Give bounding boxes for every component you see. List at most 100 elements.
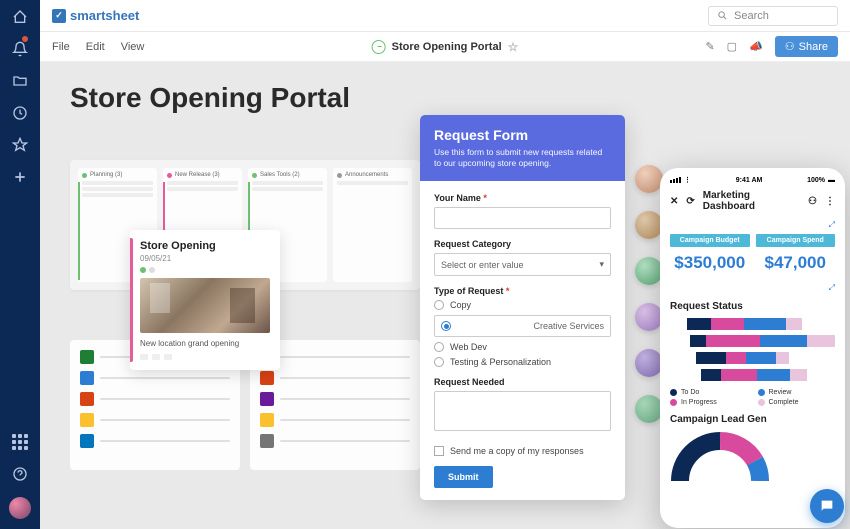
radio-testing[interactable]: Testing & Personalization bbox=[434, 357, 611, 367]
form-header: Request Form Use this form to submit new… bbox=[420, 115, 625, 181]
clock-icon bbox=[372, 40, 386, 54]
avatar[interactable] bbox=[635, 257, 663, 285]
phone-status-bar: ⋮ 9:41 AM 100% ▬ bbox=[670, 176, 835, 184]
brand-logo[interactable]: ✓ smartsheet bbox=[52, 8, 139, 23]
board-column[interactable]: Announcements bbox=[333, 168, 412, 282]
page-title: Store Opening Portal bbox=[70, 82, 820, 114]
apps-icon[interactable] bbox=[11, 433, 29, 451]
battery-pct: 100% bbox=[807, 177, 825, 184]
chat-fab[interactable] bbox=[810, 489, 844, 523]
notifications-icon[interactable] bbox=[11, 40, 29, 58]
battery-icon: ▬ bbox=[828, 177, 835, 184]
radio-copy[interactable]: Copy bbox=[434, 300, 611, 310]
legend-item: Review bbox=[758, 389, 836, 396]
column-title: Sales Tools (2) bbox=[260, 172, 300, 178]
legend-item: Complete bbox=[758, 399, 836, 406]
doc-title-area: Store Opening Portal ☆ bbox=[372, 40, 519, 54]
donut-chart bbox=[670, 431, 770, 481]
phone-mockup: ⋮ 9:41 AM 100% ▬ ✕ ⟳ Marketing Dashboard… bbox=[660, 168, 845, 528]
share-button[interactable]: ⚇ Share bbox=[775, 36, 838, 57]
legend-item: To Do bbox=[670, 389, 748, 396]
checkbox-icon bbox=[434, 446, 444, 456]
top-bar: ✓ smartsheet Search bbox=[40, 0, 850, 32]
category-placeholder: Select or enter value bbox=[441, 260, 524, 270]
metric-spend[interactable]: Campaign Spend $47,000 bbox=[756, 234, 836, 273]
add-icon[interactable] bbox=[11, 168, 29, 186]
metric-label: Campaign Budget bbox=[670, 234, 750, 247]
favorites-icon[interactable] bbox=[11, 136, 29, 154]
legend-item: In Progress bbox=[670, 399, 748, 406]
user-avatar[interactable] bbox=[9, 497, 31, 519]
submit-button[interactable]: Submit bbox=[434, 466, 493, 488]
search-placeholder: Search bbox=[734, 10, 769, 22]
column-title: Announcements bbox=[345, 172, 388, 178]
radio-webdev[interactable]: Web Dev bbox=[434, 342, 611, 352]
edit-icon[interactable]: ✎ bbox=[705, 40, 714, 53]
column-title: Planning (3) bbox=[90, 172, 122, 178]
card-image bbox=[140, 278, 270, 333]
folder-icon[interactable] bbox=[11, 72, 29, 90]
phone-header: ✕ ⟳ Marketing Dashboard ⚇ ⋮ bbox=[670, 190, 835, 212]
copy-checkbox[interactable]: Send me a copy of my responses bbox=[434, 446, 611, 456]
present-icon[interactable]: ▢ bbox=[727, 40, 737, 53]
card-footer-icons bbox=[140, 354, 270, 360]
avatar[interactable] bbox=[635, 303, 663, 331]
people-icon: ⚇ bbox=[785, 40, 795, 53]
people-icon[interactable]: ⚇ bbox=[808, 196, 817, 207]
avatar[interactable] bbox=[635, 165, 663, 193]
expand-icon[interactable]: ⤢ bbox=[670, 220, 835, 230]
chart-legend: To Do Review In Progress Complete bbox=[670, 389, 835, 406]
avatar-stack bbox=[635, 165, 663, 423]
help-icon[interactable] bbox=[11, 465, 29, 483]
menu-edit[interactable]: Edit bbox=[86, 41, 105, 53]
search-input[interactable]: Search bbox=[708, 6, 838, 26]
menu-view[interactable]: View bbox=[121, 41, 145, 53]
status-bar-chart bbox=[670, 318, 835, 381]
favorite-star-icon[interactable]: ☆ bbox=[508, 40, 519, 54]
brand-mark-icon: ✓ bbox=[52, 9, 66, 23]
type-label: Type of Request * bbox=[434, 286, 611, 296]
form-subtitle: Use this form to submit new requests rel… bbox=[434, 147, 611, 169]
left-nav-rail bbox=[0, 0, 40, 529]
card-title: Store Opening bbox=[140, 240, 270, 252]
more-icon[interactable]: ⋮ bbox=[825, 196, 835, 207]
phone-time: 9:41 AM bbox=[736, 177, 763, 184]
expand-icon[interactable]: ⤢ bbox=[670, 283, 835, 293]
wifi-icon: ⋮ bbox=[684, 176, 691, 184]
signal-icon bbox=[670, 177, 681, 183]
chat-icon bbox=[819, 498, 835, 514]
copy-label: Send me a copy of my responses bbox=[450, 446, 584, 456]
status-section-title: Request Status bbox=[670, 301, 835, 312]
avatar[interactable] bbox=[635, 211, 663, 239]
menu-file[interactable]: File bbox=[52, 41, 70, 53]
card-date: 09/05/21 bbox=[140, 254, 270, 263]
metric-budget[interactable]: Campaign Budget $350,000 bbox=[670, 234, 750, 273]
card-accent bbox=[130, 238, 133, 362]
card-status-dots bbox=[140, 267, 270, 273]
metric-label: Campaign Spend bbox=[756, 234, 836, 247]
needed-textarea[interactable] bbox=[434, 391, 611, 431]
close-icon[interactable]: ✕ bbox=[670, 196, 678, 207]
bar-row bbox=[670, 335, 835, 347]
name-input[interactable] bbox=[434, 207, 611, 229]
chevron-down-icon: ▾ bbox=[599, 259, 604, 270]
toolbar: File Edit View Store Opening Portal ☆ ✎ … bbox=[40, 32, 850, 62]
share-label: Share bbox=[799, 41, 828, 53]
search-icon bbox=[717, 10, 728, 21]
metric-value: $350,000 bbox=[670, 253, 750, 273]
form-title: Request Form bbox=[434, 127, 611, 143]
recents-icon[interactable] bbox=[11, 104, 29, 122]
radio-creative[interactable]: Creative Services bbox=[434, 315, 611, 337]
notification-badge bbox=[22, 36, 28, 42]
kanban-card[interactable]: Store Opening 09/05/21 New location gran… bbox=[130, 230, 280, 370]
avatar[interactable] bbox=[635, 395, 663, 423]
announce-icon[interactable]: 📣 bbox=[749, 40, 763, 53]
refresh-icon[interactable]: ⟳ bbox=[686, 196, 694, 207]
category-select[interactable]: Select or enter value ▾ bbox=[434, 253, 611, 276]
home-icon[interactable] bbox=[11, 8, 29, 26]
bar-row bbox=[670, 352, 835, 364]
name-label: Your Name * bbox=[434, 193, 611, 203]
leadgen-title: Campaign Lead Gen bbox=[670, 414, 835, 425]
avatar[interactable] bbox=[635, 349, 663, 377]
phone-title: Marketing Dashboard bbox=[703, 190, 800, 212]
